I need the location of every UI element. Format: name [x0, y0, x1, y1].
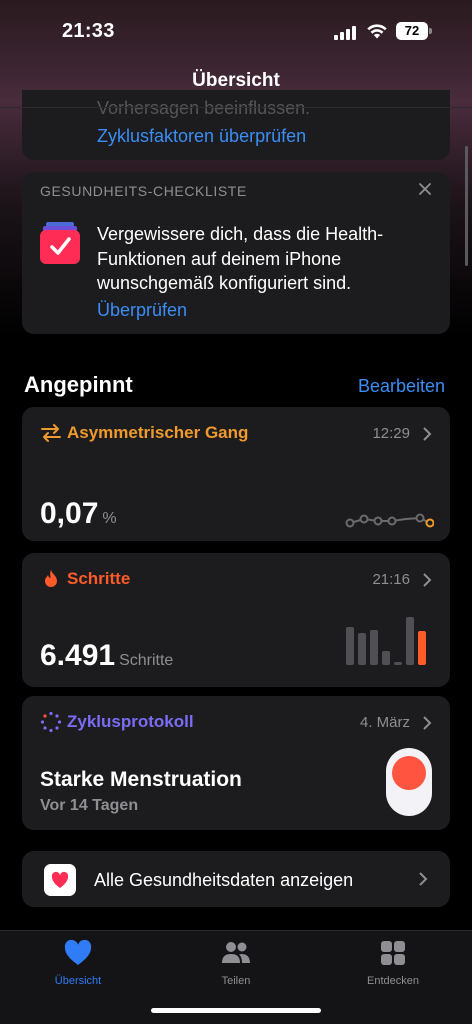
gait-label: Asymmetrischer Gang [67, 423, 249, 442]
close-icon[interactable] [418, 182, 432, 196]
gait-unit: % [102, 510, 117, 527]
cycle-status-sub: Vor 14 Tagen [40, 797, 139, 814]
pinned-heading: Angepinnt [24, 372, 133, 397]
tab-summary-label: Übersicht [54, 975, 102, 987]
checklist-title: GESUNDHEITS-CHECKLISTE [40, 183, 247, 199]
cycle-tracking-card[interactable]: Zyklusprotokoll 4. März Starke Menstruat… [22, 696, 450, 830]
gait-time: 12:29 [372, 425, 410, 442]
chevron-right-icon [423, 427, 432, 441]
cellular-signal-icon [334, 24, 358, 40]
grid-icon [381, 941, 405, 965]
chevron-right-icon [419, 872, 428, 886]
chevron-right-icon [423, 716, 432, 730]
cycle-factors-card: Vorhersagen beeinflussen. Zyklusfaktoren… [22, 90, 450, 160]
all-health-data-label: Alle Gesundheitsdaten anzeigen [94, 870, 354, 890]
steps-label: Schritte [67, 569, 131, 588]
tab-sharing[interactable]: Teilen [176, 939, 296, 987]
gait-value: 0,07% [40, 497, 117, 531]
menstruation-dot [392, 756, 426, 790]
tab-sharing-label: Teilen [221, 975, 251, 987]
review-link[interactable]: Überprüfen [97, 300, 187, 321]
gait-sparkline [345, 513, 434, 528]
cycle-dots-icon [40, 711, 62, 733]
cycle-label: Zyklusprotokoll [67, 712, 194, 731]
nav-divider [0, 107, 472, 108]
tab-browse[interactable]: Entdecken [333, 939, 453, 987]
status-time: 21:33 [62, 20, 115, 42]
steps-unit: Schritte [119, 652, 174, 669]
menstruation-indicator [386, 748, 432, 816]
steps-bar-chart [346, 613, 432, 665]
checklist-icon [40, 222, 80, 264]
steps-time: 21:16 [372, 571, 410, 588]
steps-bar [382, 651, 390, 665]
steps-bar [394, 662, 402, 665]
flame-icon [45, 570, 57, 587]
gait-arrows-icon [41, 424, 61, 442]
steps-bar [358, 633, 366, 665]
gait-value-number: 0,07 [40, 497, 99, 530]
asymmetric-gait-card[interactable]: Asymmetrischer Gang 12:29 0,07% [22, 407, 450, 541]
tab-summary[interactable]: Übersicht [18, 939, 138, 987]
steps-value-number: 6.491 [40, 639, 116, 672]
scrollbar[interactable] [465, 146, 468, 266]
steps-bar [406, 617, 414, 665]
checklist-text: Vergewissere dich, dass die Health-Funkt… [97, 224, 384, 293]
steps-value: 6.491 Schritte [40, 639, 173, 673]
people-icon [222, 942, 250, 963]
status-bar: 21:33 72 [0, 0, 472, 64]
steps-bar [370, 630, 378, 665]
battery-icon: 72 [396, 22, 432, 40]
cycle-factors-text: Vorhersagen beeinflussen. [97, 98, 311, 118]
review-cycle-factors-link[interactable]: Zyklusfaktoren überprüfen [97, 126, 306, 147]
edit-button[interactable]: Bearbeiten [358, 376, 445, 397]
wifi-icon [367, 24, 387, 39]
cycle-status-title: Starke Menstruation [40, 768, 242, 791]
heart-icon [64, 939, 92, 965]
all-health-data-row[interactable]: Alle Gesundheitsdaten anzeigen [22, 851, 450, 907]
health-checklist-card: GESUNDHEITS-CHECKLISTE Vergewissere dich… [22, 172, 450, 334]
steps-card[interactable]: Schritte 21:16 6.491 Schritte [22, 553, 450, 687]
chevron-right-icon [423, 573, 432, 587]
steps-bar-today [418, 631, 426, 665]
health-heart-icon [44, 864, 76, 896]
steps-bar [346, 627, 354, 665]
tab-browse-label: Entdecken [367, 975, 419, 987]
battery-level: 72 [396, 22, 428, 40]
page-title: Übersicht [192, 70, 280, 91]
home-indicator[interactable] [151, 1008, 321, 1013]
cycle-date: 4. März [359, 714, 410, 731]
